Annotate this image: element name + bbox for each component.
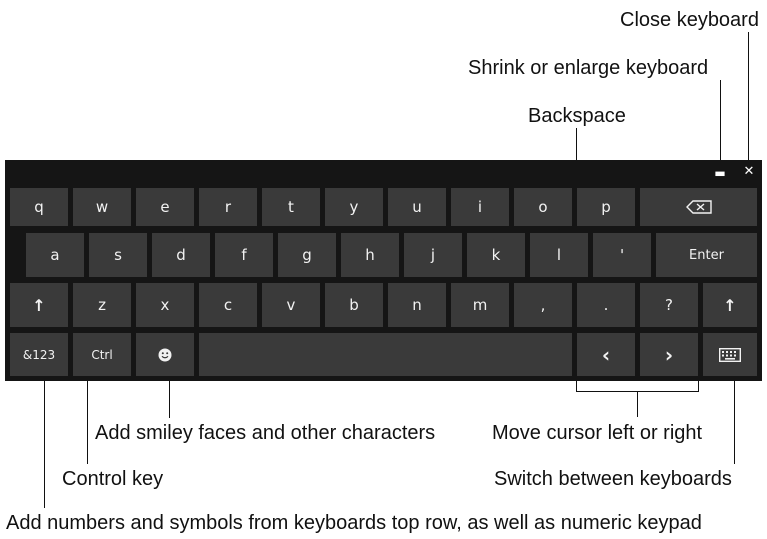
key-w[interactable]: w — [73, 188, 131, 226]
backspace-key[interactable] — [640, 188, 757, 226]
callout-backspace: Backspace — [528, 105, 626, 127]
key-c[interactable]: c — [199, 283, 257, 327]
shift-right-key[interactable]: ↑ — [703, 283, 757, 327]
key-b[interactable]: b — [325, 283, 383, 327]
key-comma[interactable]: , — [514, 283, 572, 327]
leader-shrink — [720, 80, 721, 164]
key-a[interactable]: a — [26, 233, 84, 277]
key-t[interactable]: t — [262, 188, 320, 226]
smiley-icon — [158, 348, 172, 361]
key-i[interactable]: i — [451, 188, 509, 226]
key-g[interactable]: g — [278, 233, 336, 277]
cursor-left-key[interactable]: ‹ — [577, 333, 635, 376]
key-period[interactable]: . — [577, 283, 635, 327]
shift-left-key[interactable]: ↑ — [10, 283, 68, 327]
key-apostrophe[interactable]: ' — [593, 233, 651, 277]
key-o[interactable]: o — [514, 188, 572, 226]
enter-key[interactable]: Enter — [656, 233, 757, 277]
key-f[interactable]: f — [215, 233, 273, 277]
key-k[interactable]: k — [467, 233, 525, 277]
ctrl-key[interactable]: Ctrl — [73, 333, 131, 376]
callout-shrink-enlarge: Shrink or enlarge keyboard — [468, 57, 709, 79]
callout-control-key: Control key — [62, 468, 164, 490]
key-n[interactable]: n — [388, 283, 446, 327]
key-q[interactable]: q — [10, 188, 68, 226]
key-u[interactable]: u — [388, 188, 446, 226]
leader-switch — [734, 378, 735, 464]
numbers-symbols-key[interactable]: &123 — [10, 333, 68, 376]
callout-switch-keyboards: Switch between keyboards — [494, 468, 732, 490]
callout-close-keyboard: Close keyboard — [620, 9, 759, 31]
callout-numbers-symbols: Add numbers and symbols from keyboards t… — [6, 512, 702, 534]
shrink-keyboard-icon[interactable]: ▬ — [712, 167, 728, 179]
touch-keyboard: ▬ ✕ q w e r t y u i o p a s d f g h j k … — [5, 160, 762, 381]
key-y[interactable]: y — [325, 188, 383, 226]
leader-smiley — [169, 378, 170, 418]
key-j[interactable]: j — [404, 233, 462, 277]
leader-numsym — [44, 378, 45, 508]
key-p[interactable]: p — [577, 188, 635, 226]
keyboard-icon — [719, 347, 741, 362]
emoji-key[interactable] — [136, 333, 194, 376]
key-h[interactable]: h — [341, 233, 399, 277]
key-x[interactable]: x — [136, 283, 194, 327]
key-question[interactable]: ? — [640, 283, 698, 327]
close-keyboard-icon[interactable]: ✕ — [741, 165, 757, 178]
callout-smiley: Add smiley faces and other characters — [95, 422, 436, 444]
space-bar[interactable] — [199, 333, 572, 376]
key-m[interactable]: m — [451, 283, 509, 327]
key-e[interactable]: e — [136, 188, 194, 226]
key-z[interactable]: z — [73, 283, 131, 327]
backspace-icon — [685, 200, 712, 214]
key-v[interactable]: v — [262, 283, 320, 327]
switch-keyboard-key[interactable] — [703, 333, 757, 376]
key-s[interactable]: s — [89, 233, 147, 277]
key-l[interactable]: l — [530, 233, 588, 277]
leader-ctrl — [87, 378, 88, 464]
key-d[interactable]: d — [152, 233, 210, 277]
callout-move-cursor: Move cursor left or right — [492, 422, 703, 444]
leader-cursor-stem — [637, 391, 638, 417]
cursor-right-key[interactable]: › — [640, 333, 698, 376]
key-r[interactable]: r — [199, 188, 257, 226]
leader-close — [748, 32, 749, 164]
